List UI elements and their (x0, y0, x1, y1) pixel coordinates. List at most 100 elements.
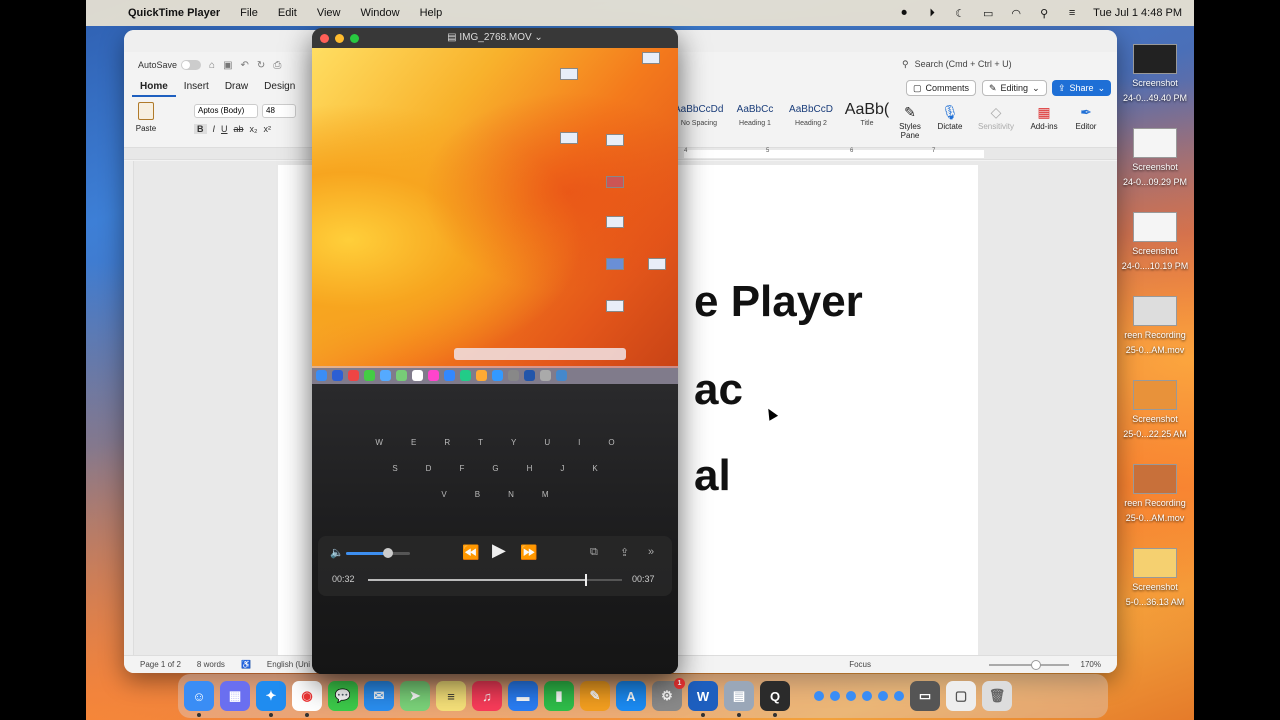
paste-button[interactable]: Paste (134, 102, 158, 142)
fast-forward-button[interactable]: ⏩ (520, 544, 537, 561)
superscript-button[interactable]: x² (264, 124, 272, 134)
search-box[interactable]: ⚲ Search (Cmd + Ctrl + U) (896, 56, 1096, 72)
style-title[interactable]: AaBb( Title (842, 100, 892, 127)
language[interactable]: English (Uni (267, 660, 310, 669)
menu-window[interactable]: Window (360, 7, 399, 19)
rewind-button[interactable]: ⏪ (462, 544, 479, 561)
messages-icon[interactable]: 💬 (328, 681, 358, 711)
editor-button[interactable]: ✒ Editor (1066, 102, 1106, 131)
chrome-icon[interactable]: ◉ (292, 681, 322, 717)
minimized-window-icon[interactable] (830, 691, 840, 701)
app-store-icon[interactable]: A (616, 681, 646, 711)
minimized-window-icon[interactable] (862, 691, 872, 701)
word-icon[interactable]: W (688, 681, 718, 717)
play-status-icon[interactable]: ⏵ (925, 7, 939, 19)
desktop-file[interactable]: Screenshot 24-0...49.40 PM (1116, 44, 1194, 104)
add-ins-button[interactable]: ▦ Add-ins (1024, 102, 1064, 131)
doc-text-line[interactable]: ac (694, 365, 743, 415)
minimized-window-icon[interactable] (846, 691, 856, 701)
accessibility-icon[interactable]: ♿ (241, 660, 251, 669)
zoom-level[interactable]: 170% (1081, 660, 1101, 669)
finder-icon[interactable]: ☺ (184, 681, 214, 717)
editing-mode-button[interactable]: ✎ Editing ⌄ (982, 80, 1047, 96)
share-button[interactable]: ⇪ Share ⌄ (1052, 80, 1112, 96)
menu-file[interactable]: File (240, 7, 258, 19)
save-icon[interactable]: ▣ (223, 60, 232, 71)
menu-app-name[interactable]: QuickTime Player (128, 7, 220, 19)
play-button[interactable]: ▶ (492, 540, 506, 561)
font-name-select[interactable]: Aptos (Body) (194, 104, 258, 118)
desktop-file[interactable]: reen Recording 25-0...AM.mov (1116, 296, 1194, 356)
trash-icon[interactable]: 🗑 (982, 681, 1012, 711)
pages-icon[interactable]: ✎ (580, 681, 610, 711)
minimized-window-icon[interactable] (814, 691, 824, 701)
quicktime-title[interactable]: ▤ IMG_2768.MOV ⌄ (312, 32, 678, 43)
volume-slider[interactable] (346, 548, 410, 558)
maps-icon[interactable]: ➤ (400, 681, 430, 711)
menu-edit[interactable]: Edit (278, 7, 297, 19)
screenshot-app-icon[interactable]: ▭ (910, 681, 940, 711)
window-thumbnail-icon[interactable]: ▢ (946, 681, 976, 711)
style-heading-2[interactable]: AaBbCcD Heading 2 (786, 100, 836, 127)
home-icon[interactable]: ⌂ (209, 60, 215, 71)
font-size-select[interactable]: 48 (262, 104, 296, 118)
strikethrough-button[interactable]: ab (234, 124, 244, 134)
styles-pane-button[interactable]: ✎ Styles Pane (890, 102, 930, 140)
progress-knob[interactable] (585, 574, 588, 586)
tab-insert[interactable]: Insert (176, 78, 217, 97)
style-heading-1[interactable]: AaBbCc Heading 1 (730, 100, 780, 127)
record-stop-icon[interactable]: ⏺ (897, 7, 911, 19)
focus-moon-icon[interactable]: ☾ (953, 7, 967, 20)
launchpad-icon[interactable]: ▦ (220, 681, 250, 711)
doc-text-line[interactable]: e Player (694, 277, 863, 327)
comments-button[interactable]: ▢ Comments (906, 80, 977, 96)
wifi-icon[interactable]: ◠ (1009, 7, 1023, 20)
safari-icon[interactable]: ✦ (256, 681, 286, 717)
undo-icon[interactable]: ↶ (241, 60, 249, 71)
desktop-file[interactable]: reen Recording 25-0...AM.mov (1116, 464, 1194, 524)
autosave[interactable]: AutoSave (138, 60, 202, 70)
more-chevron-icon[interactable]: » (648, 546, 654, 558)
numbers-icon[interactable]: ▮ (544, 681, 574, 711)
sensitivity-button[interactable]: ◇ Sensitivity (976, 102, 1016, 131)
autosave-toggle[interactable] (181, 60, 202, 70)
word-count[interactable]: 8 words (197, 660, 225, 669)
tab-draw[interactable]: Draw (217, 78, 256, 97)
video-frame[interactable]: WERTYUIO SDFGHJK VBNM 🔈 ⏪ ▶ ⏩ ⧉ ⇪ » 00:3… (312, 48, 678, 674)
picture-in-picture-icon[interactable]: ⧉ (590, 546, 598, 559)
keynote-icon[interactable]: ▬ (508, 681, 538, 711)
preview-icon[interactable]: ▤ (724, 681, 754, 717)
style-no-spacing[interactable]: AaBbCcDdE No Spacing (674, 100, 724, 127)
minimized-window-icon[interactable] (878, 691, 888, 701)
notes-icon[interactable]: ≡ (436, 681, 466, 711)
menu-view[interactable]: View (317, 7, 341, 19)
mail-icon[interactable]: ✉ (364, 681, 394, 711)
clock[interactable]: Tue Jul 1 4:48 PM (1093, 7, 1182, 19)
redo-icon[interactable]: ↻ (257, 60, 265, 71)
underline-button[interactable]: U (221, 124, 228, 134)
focus-button[interactable]: Focus (849, 660, 871, 669)
volume-knob[interactable] (382, 548, 393, 558)
system-settings-icon[interactable]: ⚙ 1 (652, 678, 685, 711)
desktop-file[interactable]: Screenshot 5-0...36.13 AM (1116, 548, 1194, 608)
share-icon[interactable]: ⇪ (620, 546, 629, 559)
music-icon[interactable]: ♫ (472, 681, 502, 711)
spotlight-search-icon[interactable]: ⚲ (1037, 7, 1051, 20)
battery-icon[interactable]: ▭ (981, 7, 995, 20)
page-count[interactable]: Page 1 of 2 (140, 660, 181, 669)
print-icon[interactable]: ⎙ (273, 60, 281, 71)
control-center-icon[interactable]: ≡ (1065, 7, 1079, 19)
progress-bar[interactable] (368, 574, 622, 586)
desktop-file[interactable]: Screenshot 25-0...22.25 AM (1116, 380, 1194, 440)
tab-home[interactable]: Home (132, 78, 176, 97)
italic-button[interactable]: I (213, 124, 216, 134)
bold-button[interactable]: B (194, 124, 207, 134)
quicktime-icon[interactable]: Q (760, 681, 790, 717)
subscript-button[interactable]: x₂ (250, 124, 258, 134)
volume-icon[interactable]: 🔈 (330, 546, 344, 559)
dictate-button[interactable]: 🎙 Dictate (930, 102, 970, 131)
desktop-file[interactable]: Screenshot 24-0....10.19 PM (1116, 212, 1194, 272)
desktop-file[interactable]: Screenshot 24-0...09.29 PM (1116, 128, 1194, 188)
doc-text-line[interactable]: al (694, 451, 731, 501)
tab-design[interactable]: Design (256, 78, 303, 97)
